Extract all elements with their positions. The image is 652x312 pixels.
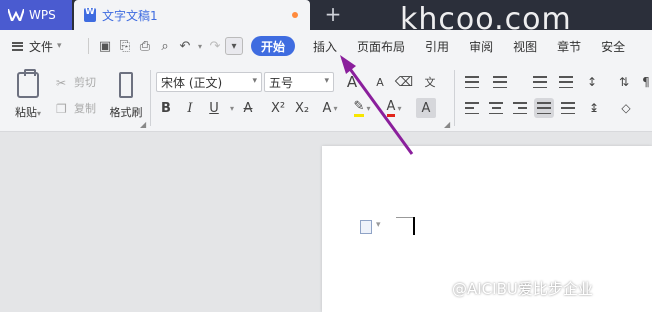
- tab-references[interactable]: 引用: [415, 30, 459, 62]
- copy-icon: ❐: [56, 102, 67, 116]
- highlight-icon[interactable]: ✎ ▾: [352, 98, 372, 118]
- format-painter-label: 格式刷: [109, 106, 143, 119]
- scissors-icon: ✂: [56, 76, 67, 90]
- wps-logo-icon: [8, 9, 24, 21]
- undo-icon[interactable]: ↶: [175, 36, 195, 56]
- align-center-icon[interactable]: [486, 98, 506, 118]
- numbered-list-icon[interactable]: [490, 72, 510, 92]
- wps-home-tab[interactable]: WPS: [0, 0, 72, 30]
- shrink-font-icon[interactable]: A: [370, 72, 390, 92]
- font-color-icon[interactable]: A ▾: [384, 98, 404, 118]
- text-effect-icon[interactable]: A ▾: [320, 98, 340, 118]
- menu-bar: 文件 ▾ ▣ ⎘ ⎙ ⌕ ↶ ▾ ↷ ▾ 开始 插入 页面布局 引用 审阅 视图…: [0, 30, 652, 62]
- grow-font-icon[interactable]: A: [342, 72, 362, 92]
- paragraph-layout-icon[interactable]: [360, 220, 372, 234]
- line-spacing-icon[interactable]: ↕: [582, 72, 602, 92]
- font-name-select[interactable]: 宋体 (正文) ▾: [156, 72, 262, 92]
- undo-dropdown-icon[interactable]: ▾: [195, 36, 205, 56]
- font-group-expand-icon[interactable]: ◢: [444, 120, 450, 129]
- increase-indent-icon[interactable]: [556, 72, 576, 92]
- paste-button[interactable]: 粘贴▾: [10, 69, 46, 120]
- brush-icon: [119, 72, 133, 98]
- bold-icon[interactable]: B: [156, 98, 176, 118]
- footer-watermark: @AICIBU爱比步企业: [452, 280, 593, 298]
- show-marks-icon[interactable]: ¶: [636, 72, 652, 92]
- shading-icon[interactable]: ◇: [616, 98, 636, 118]
- tab-view[interactable]: 视图: [503, 30, 547, 62]
- save-icon[interactable]: ▣: [95, 36, 115, 56]
- clear-format-icon[interactable]: ⌫: [394, 72, 414, 92]
- tab-security[interactable]: 安全: [591, 30, 635, 62]
- font-size-select[interactable]: 五号 ▾: [264, 72, 334, 92]
- format-painter-button[interactable]: 格式刷: [106, 72, 146, 120]
- margin-corner-mark: [396, 217, 414, 218]
- phonetic-guide-icon[interactable]: 文: [420, 72, 440, 92]
- subscript-icon[interactable]: X₂: [292, 98, 312, 118]
- file-menu[interactable]: 文件 ▾: [0, 38, 82, 55]
- italic-icon[interactable]: I: [180, 98, 200, 118]
- justify-icon[interactable]: [534, 98, 554, 118]
- chevron-down-icon: ▾: [252, 76, 257, 86]
- divider: [150, 70, 151, 126]
- superscript-icon[interactable]: X²: [268, 98, 288, 118]
- font-size-value: 五号: [269, 75, 294, 90]
- new-tab-button[interactable]: +: [322, 4, 344, 26]
- text-cursor: [413, 217, 415, 235]
- tab-review[interactable]: 审阅: [459, 30, 503, 62]
- align-left-icon[interactable]: [462, 98, 482, 118]
- print-icon[interactable]: ⎙: [135, 36, 155, 56]
- export-pdf-icon[interactable]: ⎘: [115, 36, 135, 56]
- distributed-align-icon[interactable]: [558, 98, 578, 118]
- paragraph-spacing-icon[interactable]: ↨: [584, 98, 604, 118]
- unsaved-dot-icon: [292, 12, 298, 18]
- clipboard-icon: [17, 69, 39, 98]
- document-tab[interactable]: 文字文稿1: [74, 0, 310, 30]
- align-right-icon[interactable]: [510, 98, 530, 118]
- chevron-down-icon: ▾: [324, 76, 329, 86]
- menu-icon: [12, 41, 23, 51]
- decrease-indent-icon[interactable]: [530, 72, 550, 92]
- writer-doc-icon: [84, 7, 96, 22]
- paste-label: 粘贴: [14, 106, 37, 119]
- sort-icon[interactable]: ⇅: [614, 72, 634, 92]
- cut-label: 剪切: [74, 76, 96, 89]
- cut-button[interactable]: ✂ 剪切: [56, 74, 96, 90]
- char-shading-icon[interactable]: A: [416, 98, 436, 118]
- copy-label: 复制: [74, 102, 96, 115]
- chevron-down-icon[interactable]: ▾: [376, 220, 381, 230]
- chevron-down-icon: ▾: [57, 41, 62, 51]
- divider: [454, 70, 455, 126]
- clipboard-group-expand-icon[interactable]: ◢: [140, 120, 146, 129]
- document-tab-title: 文字文稿1: [102, 8, 158, 23]
- copy-button[interactable]: ❐ 复制: [56, 100, 96, 116]
- file-menu-label: 文件: [29, 39, 54, 54]
- bullet-list-icon[interactable]: [462, 72, 482, 92]
- strikethrough-icon[interactable]: A: [238, 98, 258, 118]
- print-preview-icon[interactable]: ⌕: [155, 36, 175, 56]
- ribbon: 粘贴▾ ✂ 剪切 ❐ 复制 格式刷 ◢ 宋体 (正文) ▾ 五号 ▾ A A ⌫…: [0, 62, 652, 132]
- font-name-value: 宋体 (正文): [161, 75, 223, 90]
- tab-home[interactable]: 开始: [251, 36, 296, 56]
- tab-page-layout[interactable]: 页面布局: [347, 30, 415, 62]
- tab-section[interactable]: 章节: [547, 30, 591, 62]
- title-bar: WPS 文字文稿1 + khcoo.com: [0, 0, 652, 37]
- tab-insert[interactable]: 插入: [303, 30, 347, 62]
- app-name: WPS: [29, 8, 56, 22]
- underline-icon[interactable]: U: [204, 98, 224, 118]
- divider: [88, 38, 89, 54]
- customize-toolbar-icon[interactable]: ▾: [225, 37, 243, 55]
- redo-icon[interactable]: ↷: [205, 36, 225, 56]
